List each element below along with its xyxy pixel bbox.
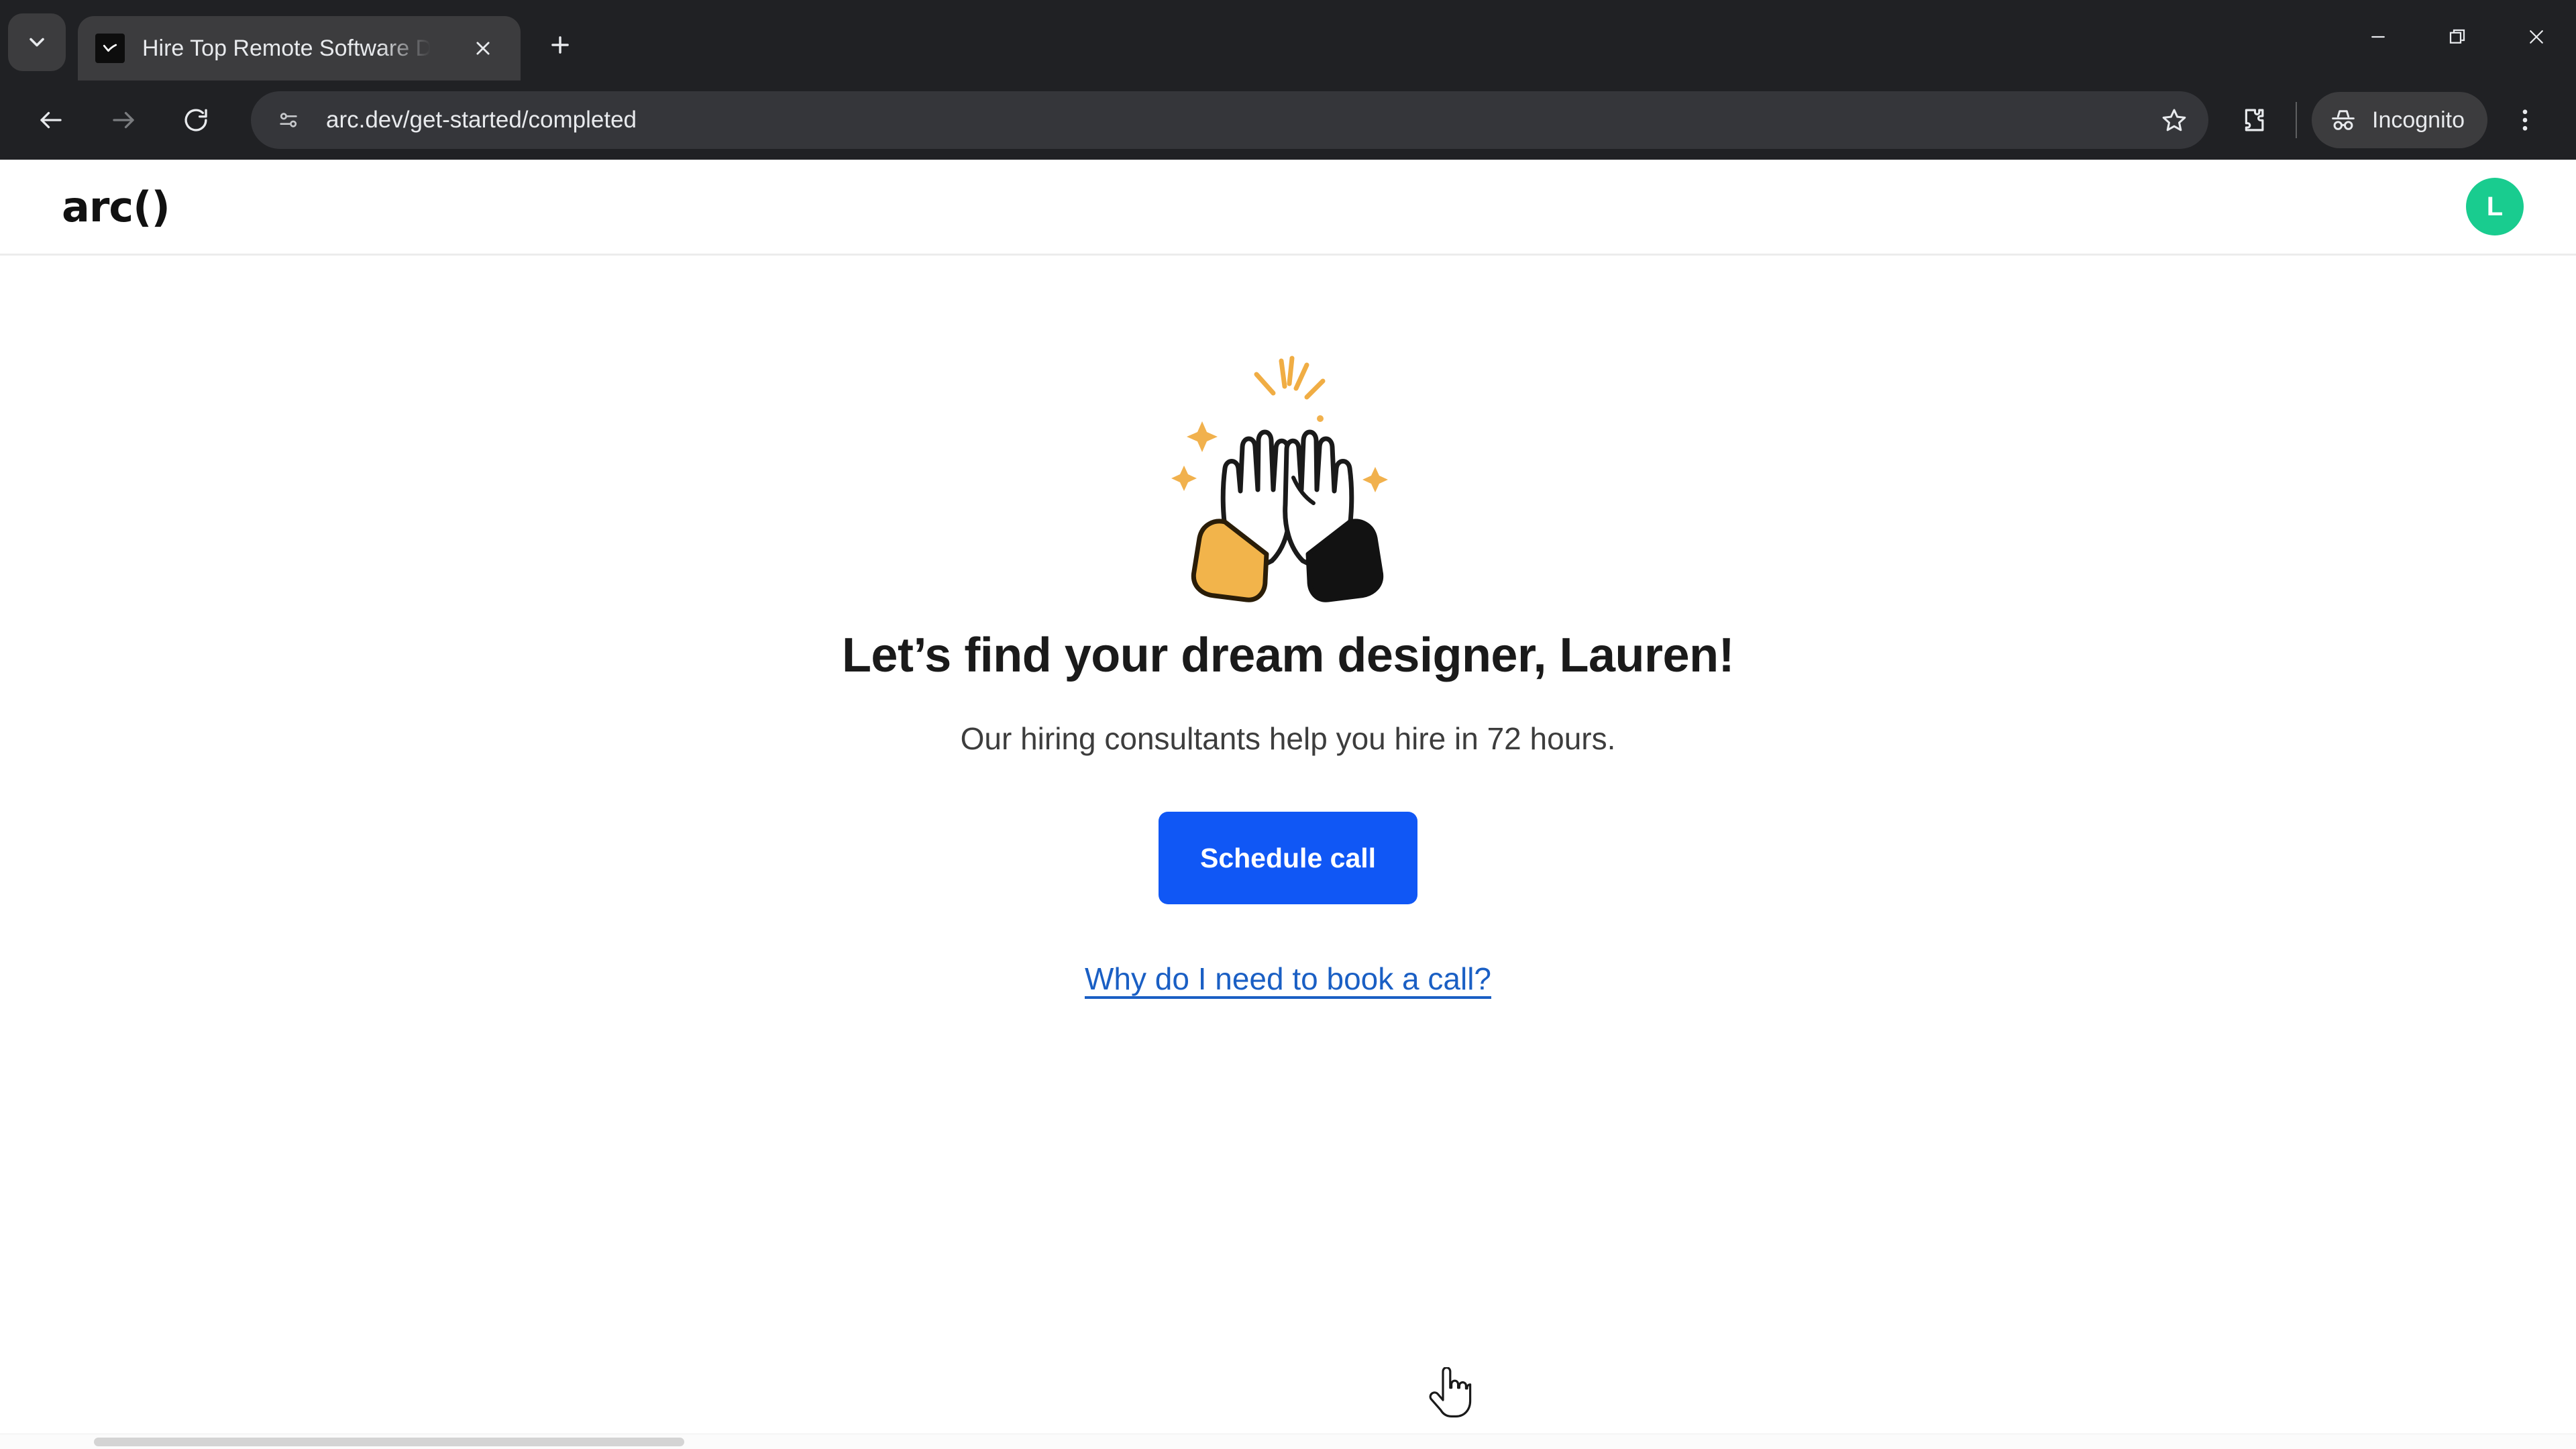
browser-toolbar: arc.dev/get-started/completed Incognito — [0, 80, 2576, 160]
three-dot-menu-icon — [2522, 109, 2528, 131]
minimize-icon — [2371, 36, 2385, 38]
extensions-button[interactable] — [2224, 92, 2281, 148]
incognito-indicator[interactable]: Incognito — [2312, 92, 2487, 148]
forward-arrow-icon — [113, 111, 134, 129]
main-content: Let’s find your dream designer, Lauren! … — [0, 256, 2576, 997]
address-bar[interactable]: arc.dev/get-started/completed — [251, 91, 2208, 149]
back-button[interactable] — [23, 92, 79, 148]
plus-icon — [551, 36, 569, 54]
arc-logo[interactable]: arc() — [62, 182, 170, 231]
toolbar-divider — [2296, 102, 2297, 138]
page-title: Let’s find your dream designer, Lauren! — [841, 629, 1735, 682]
window-close-button[interactable] — [2497, 0, 2576, 74]
tab-title: Hire Top Remote Software Deve — [142, 35, 431, 61]
maximize-restore-button[interactable] — [2418, 0, 2497, 74]
browser-menu-button[interactable] — [2497, 92, 2553, 148]
why-book-a-call-link[interactable]: Why do I need to book a call? — [1085, 961, 1491, 997]
tab-close-button[interactable] — [466, 31, 500, 66]
back-arrow-icon — [40, 111, 62, 129]
check-swoosh-icon — [103, 44, 117, 52]
arc-check-favicon — [95, 34, 125, 63]
horizontal-scrollbar[interactable] — [0, 1434, 2576, 1449]
close-icon — [2530, 30, 2543, 44]
site-settings-button[interactable] — [270, 101, 307, 139]
page-viewport: arc() L Let’s find your dream designer, … — [0, 160, 2576, 1449]
tab-strip: Hire Top Remote Software Deve — [0, 0, 2576, 80]
minimize-button[interactable] — [2339, 0, 2418, 74]
forward-button[interactable] — [95, 92, 152, 148]
browser-window: Hire Top Remote Software Deve — [0, 0, 2576, 1449]
reload-icon — [184, 109, 207, 131]
toolbar-right-actions: Incognito — [2215, 92, 2553, 148]
browser-tab[interactable]: Hire Top Remote Software Deve — [78, 16, 521, 80]
incognito-icon — [2332, 110, 2355, 130]
reload-button[interactable] — [168, 92, 224, 148]
page-subtitle: Our hiring consultants help you hire in … — [960, 721, 1616, 756]
high-five-hands-illustration — [1171, 356, 1388, 602]
site-header: arc() L — [0, 160, 2576, 256]
bookmark-button[interactable] — [2152, 98, 2196, 142]
window-controls — [2339, 0, 2576, 74]
mouse-cursor-pointer — [1429, 1367, 1472, 1417]
star-icon — [2162, 109, 2186, 131]
chevron-down-icon — [30, 38, 44, 47]
restore-icon — [2449, 29, 2465, 44]
puzzle-piece-icon — [2245, 109, 2264, 131]
horizontal-scrollbar-thumb[interactable] — [94, 1438, 684, 1446]
schedule-call-button[interactable]: Schedule call — [1158, 812, 1418, 904]
avatar[interactable]: L — [2466, 178, 2524, 235]
close-icon — [476, 42, 490, 55]
tab-search-button[interactable] — [8, 13, 66, 71]
url-text: arc.dev/get-started/completed — [326, 107, 637, 133]
new-tab-button[interactable] — [537, 21, 584, 68]
site-settings-icon — [280, 113, 297, 127]
incognito-label: Incognito — [2372, 107, 2465, 133]
